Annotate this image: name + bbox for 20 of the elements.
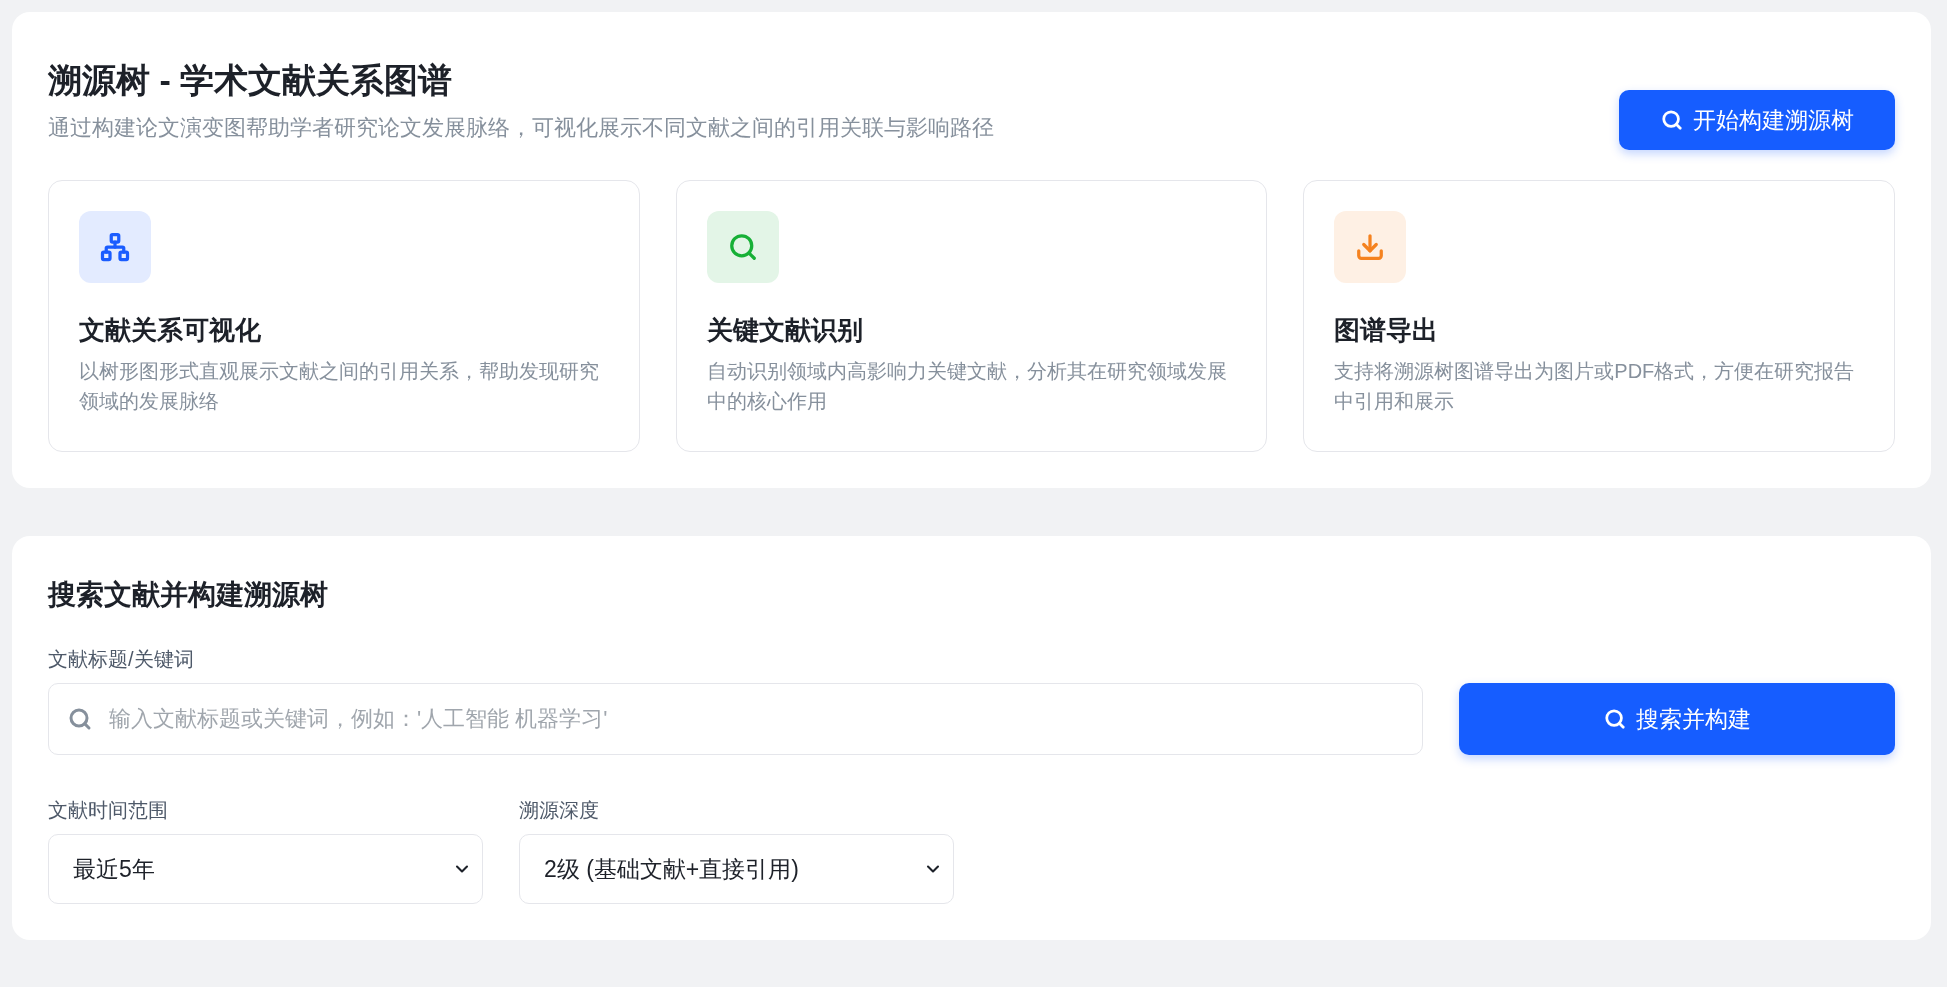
search-icon <box>68 707 92 731</box>
feature-description: 自动识别领域内高影响力关键文献，分析其在研究领域发展中的核心作用 <box>706 359 1228 414</box>
section-heading: 搜索文献并构建溯源树 <box>48 578 329 612</box>
search-input-field[interactable]: 输入文献标题或关键词，例如：'人工智能 机器学习' <box>48 683 1423 755</box>
field-label: 溯源深度 <box>519 798 600 823</box>
field-label: 文献标题/关键词 <box>48 647 195 672</box>
search-icon <box>1603 708 1626 730</box>
feature-description: 支持将溯源树图谱导出为图片或PDF格式，方便在研究报告中引用和展示 <box>1334 359 1856 414</box>
select-field[interactable]: 最近5年 <box>48 834 483 904</box>
feature-description: 以树形图形式直观展示文献之间的引用关系，帮助发现研究领域的发展脉络 <box>79 359 600 414</box>
search-icon <box>1660 109 1683 131</box>
page-subtitle: 通过构建论文演变图帮助学者研究论文发展脉络，可视化展示不同文献之间的引用关联与影响路径 <box>48 114 995 143</box>
search-build-button[interactable]: 搜索并构建 <box>1459 683 1895 755</box>
field-label: 文献时间范围 <box>48 798 169 823</box>
feature-title: 关键文献识别 <box>706 314 864 347</box>
feature-title: 图谱导出 <box>1334 314 1440 347</box>
page-title: 溯源树 - 学术文献关系图谱 <box>48 60 454 101</box>
start-build-button[interactable]: 开始构建溯源树 <box>1619 90 1895 150</box>
select-field[interactable]: 2级 (基础文献+直接引用) <box>519 834 954 904</box>
feature-title: 文献关系可视化 <box>79 314 262 347</box>
